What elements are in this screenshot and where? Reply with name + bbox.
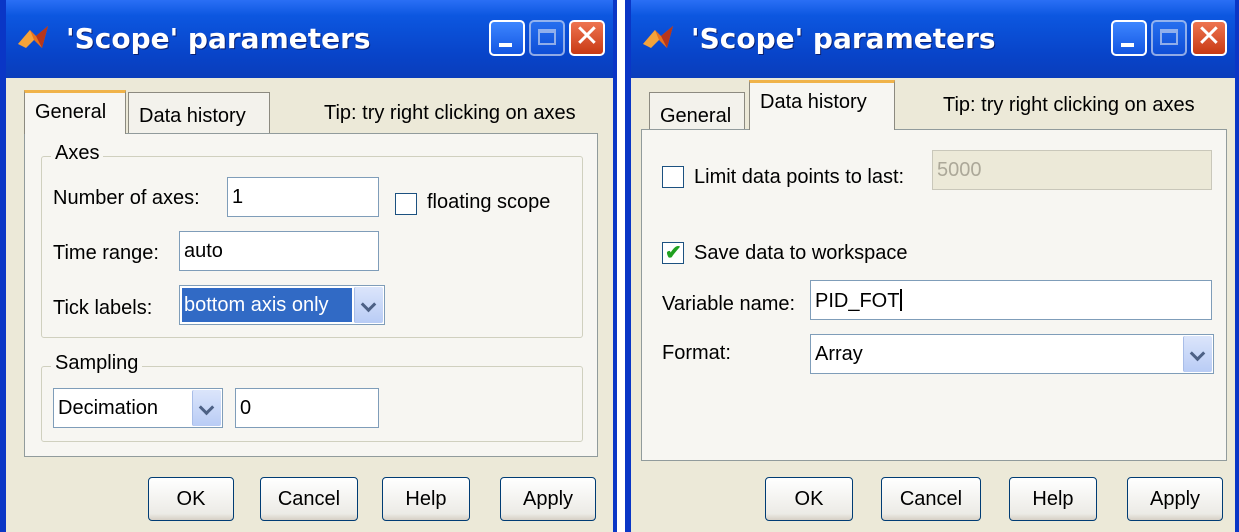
cancel-button[interactable]: Cancel [881, 477, 981, 521]
sampling-mode-select[interactable]: Decimation [53, 388, 223, 428]
variable-name-input[interactable]: PID_FOT [810, 280, 1212, 320]
ok-button[interactable]: OK [148, 477, 234, 521]
time-range-input[interactable]: auto [179, 231, 379, 271]
chevron-down-icon[interactable] [192, 390, 221, 426]
scope-parameters-dialog-data-history: 'Scope' parameters ✕ General Data histor… [625, 0, 1239, 532]
window-title: 'Scope' parameters [691, 22, 996, 55]
checkmark-icon: ✔ [665, 242, 682, 264]
minimize-button[interactable] [489, 20, 525, 56]
minimize-button[interactable] [1111, 20, 1147, 56]
tab-data-history[interactable]: Data history [749, 80, 895, 130]
tab-general[interactable]: General [649, 92, 745, 134]
text-caret [900, 289, 903, 311]
title-bar[interactable]: 'Scope' parameters ✕ [631, 0, 1235, 78]
close-button[interactable]: ✕ [569, 19, 605, 56]
sampling-mode-value: Decimation [58, 397, 159, 419]
title-bar[interactable]: 'Scope' parameters ✕ [6, 0, 613, 78]
format-select[interactable]: Array [810, 334, 1214, 374]
close-button[interactable]: ✕ [1191, 19, 1227, 56]
format-value: Array [815, 343, 863, 365]
save-to-workspace-label: Save data to workspace [694, 242, 908, 264]
limit-data-points-label: Limit data points to last: [694, 166, 905, 188]
tick-labels-select[interactable]: bottom axis only [179, 285, 385, 325]
ok-button[interactable]: OK [765, 477, 853, 521]
axes-group-label: Axes [51, 142, 104, 165]
maximize-button[interactable] [529, 20, 565, 56]
number-of-axes-label: Number of axes: [53, 187, 200, 209]
tick-labels-value: bottom axis only [182, 288, 352, 322]
format-label: Format: [662, 342, 731, 364]
data-history-panel: Limit data points to last: 5000 ✔ Save d… [641, 129, 1227, 461]
scope-parameters-dialog-general: 'Scope' parameters ✕ General Data histor… [0, 0, 617, 532]
general-panel: Axes Number of axes: 1 floating scope Ti… [24, 133, 598, 457]
variable-name-label: Variable name: [662, 293, 796, 315]
help-button[interactable]: Help [382, 477, 470, 521]
matlab-icon [643, 26, 673, 48]
limit-data-points-input[interactable]: 5000 [932, 150, 1212, 190]
matlab-icon [18, 26, 48, 48]
save-to-workspace-checkbox[interactable]: ✔ [662, 242, 684, 264]
sampling-group-label: Sampling [51, 352, 143, 375]
tick-labels-label: Tick labels: [53, 297, 153, 319]
window-title: 'Scope' parameters [66, 22, 371, 55]
tab-general[interactable]: General [24, 90, 126, 134]
tip-text: Tip: try right clicking on axes [943, 94, 1195, 116]
number-of-axes-input[interactable]: 1 [227, 177, 379, 217]
apply-button[interactable]: Apply [1127, 477, 1223, 521]
cancel-button[interactable]: Cancel [260, 477, 358, 521]
apply-button[interactable]: Apply [500, 477, 596, 521]
variable-name-value: PID_FOT [815, 290, 900, 312]
chevron-down-icon[interactable] [1183, 336, 1212, 372]
tip-text: Tip: try right clicking on axes [324, 102, 576, 124]
time-range-label: Time range: [53, 242, 159, 264]
close-icon: ✕ [574, 19, 600, 54]
floating-scope-checkbox[interactable] [395, 193, 417, 215]
sampling-factor-input[interactable]: 0 [235, 388, 379, 428]
floating-scope-label: floating scope [427, 191, 551, 213]
chevron-down-icon[interactable] [354, 287, 383, 323]
limit-data-points-checkbox[interactable] [662, 166, 684, 188]
help-button[interactable]: Help [1009, 477, 1097, 521]
tab-data-history[interactable]: Data history [128, 92, 270, 134]
maximize-button[interactable] [1151, 20, 1187, 56]
close-icon: ✕ [1196, 19, 1222, 54]
